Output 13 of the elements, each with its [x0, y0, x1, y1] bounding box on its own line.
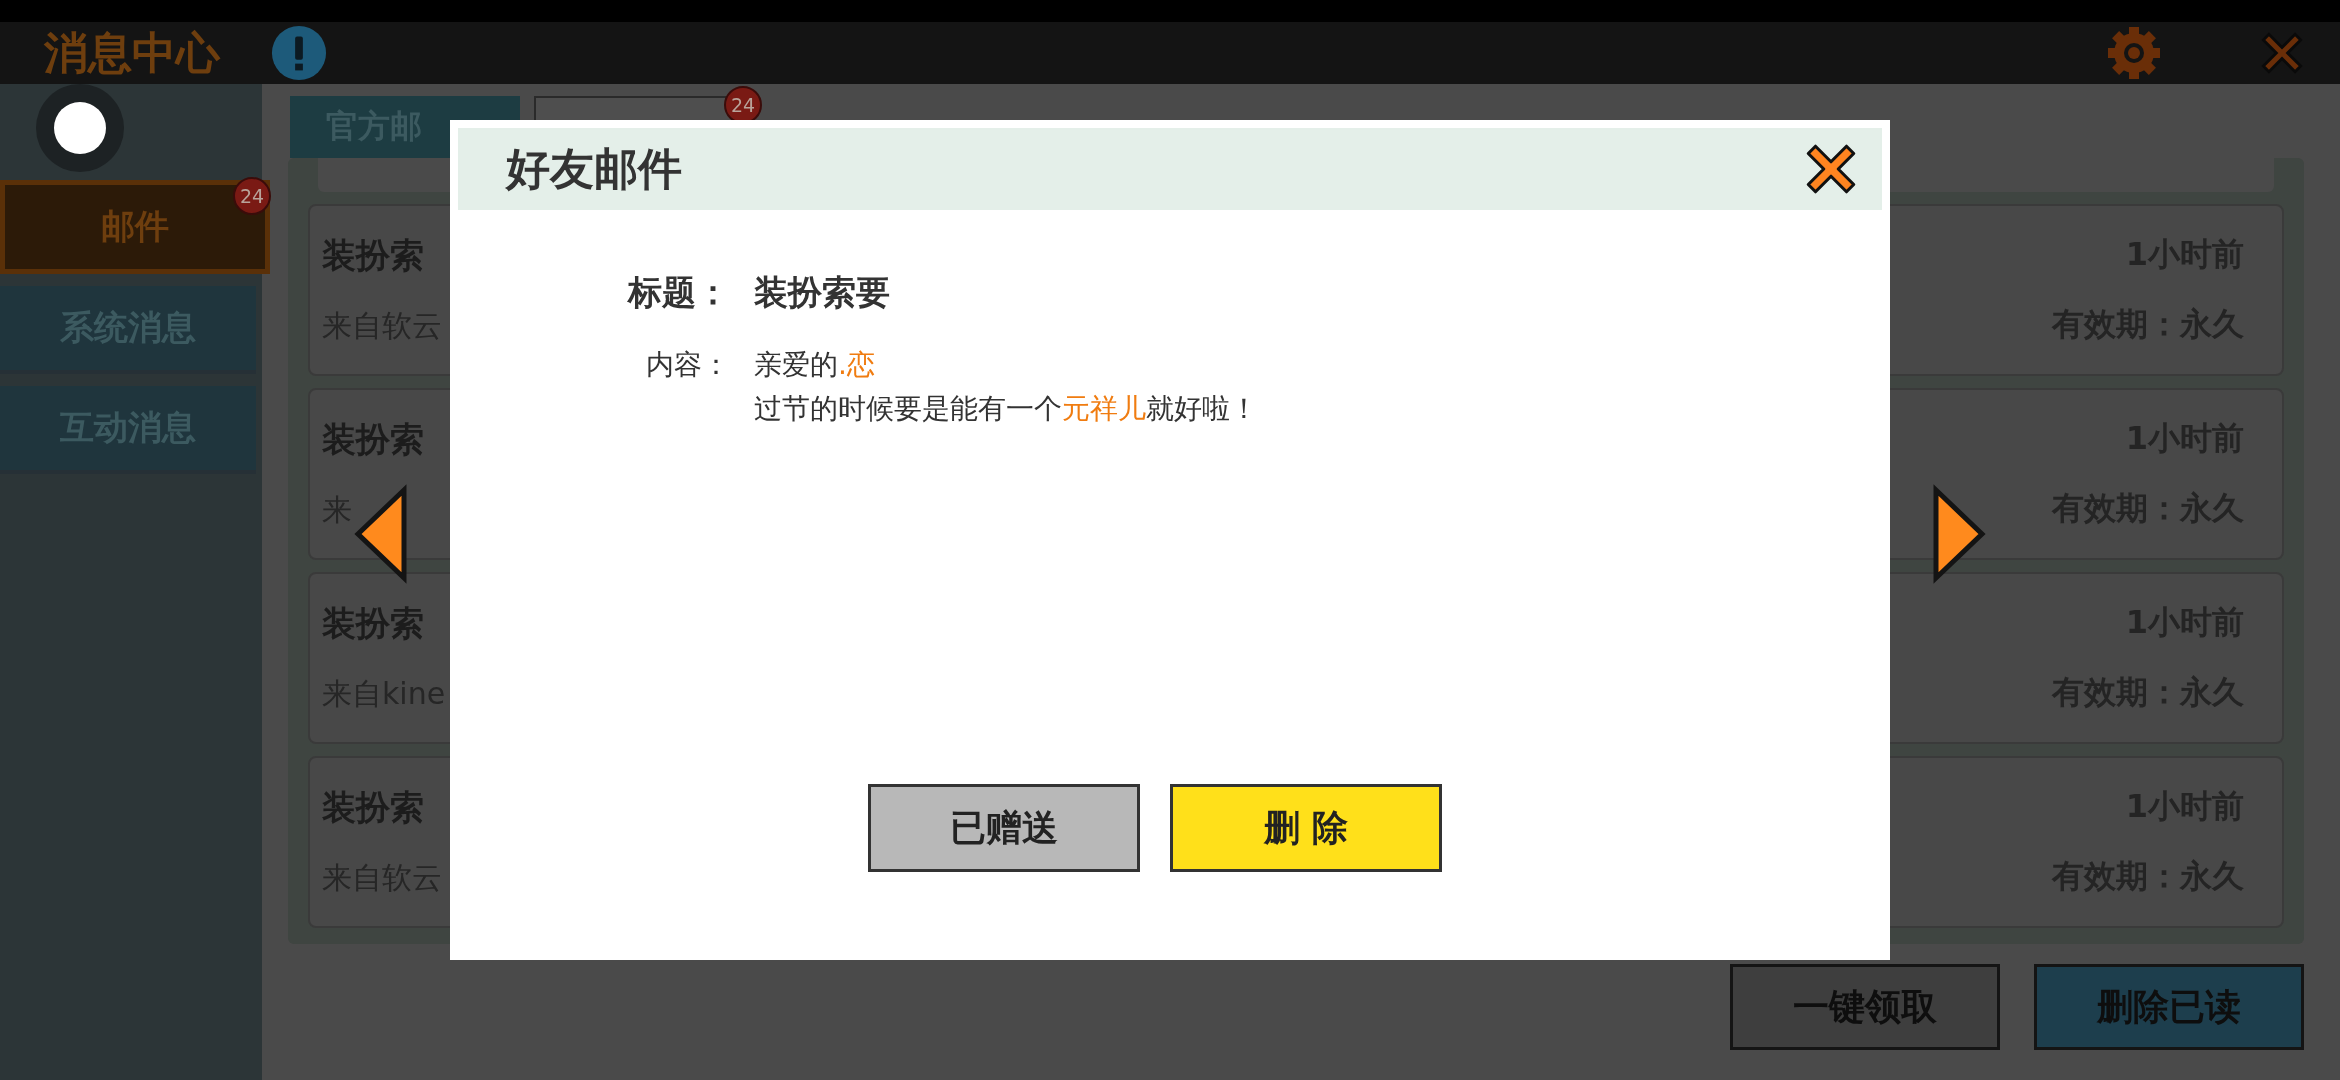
- page-title: 消息中心: [44, 25, 220, 80]
- action-button[interactable]: 删除已读: [2034, 964, 2304, 1050]
- field-label: 标题：: [626, 271, 730, 314]
- message-text: 亲爱的.恋: [754, 347, 876, 383]
- floating-ball-icon[interactable]: [36, 84, 124, 172]
- message-text: 过节的时候要是能有一个元祥儿就好啦！: [754, 391, 1258, 427]
- info-icon[interactable]: [270, 24, 328, 82]
- count-badge: 24: [233, 177, 271, 215]
- dialog-button[interactable]: 已赠送: [868, 784, 1140, 872]
- mail-subject: 装扮索要: [754, 271, 890, 314]
- field-label: 内容：: [645, 347, 730, 383]
- dialog-button[interactable]: 删 除: [1170, 784, 1442, 872]
- sidebar-item[interactable]: 邮件 24: [0, 180, 270, 274]
